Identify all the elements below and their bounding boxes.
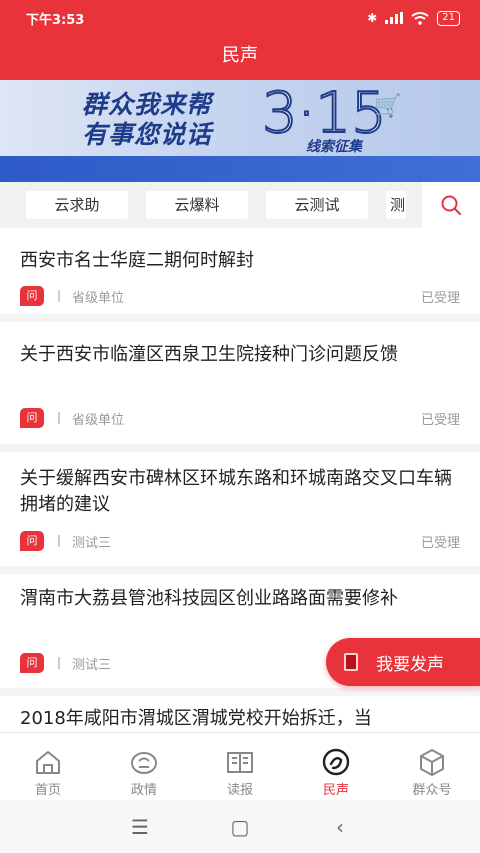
search-button[interactable] xyxy=(422,182,480,228)
home-icon xyxy=(36,751,60,774)
item-title: 西安市名士华庭二期何时解封 xyxy=(20,250,254,271)
banner-line1: 群众我来帮 xyxy=(82,90,213,119)
item-dept: 测试三 xyxy=(72,657,112,673)
banner-slogan: 群众我来帮 有事您说话 xyxy=(82,90,212,150)
page-header: 民声 xyxy=(0,36,480,80)
divider xyxy=(58,412,60,424)
signal-icon xyxy=(385,12,404,24)
divider xyxy=(0,444,480,452)
battery-icon: 21 xyxy=(437,10,460,26)
divider xyxy=(58,535,60,547)
speak-up-label: 我要发声 xyxy=(376,654,444,675)
item-title: 2018年咸阳市渭城区渭城党校开始拆迁，当 xyxy=(20,708,372,729)
list-item[interactable]: 关于缓解西安市碑林区环城东路和环城南路交叉口车辆拥堵的建议 问 测试三 已受理 xyxy=(0,452,480,566)
search-icon xyxy=(441,195,461,215)
mailbox-icon xyxy=(344,653,358,671)
nav-politics[interactable]: 政情 xyxy=(96,733,192,800)
item-dept: 测试三 xyxy=(72,535,112,551)
item-title: 关于西安市临潼区西泉卫生院接种门诊问题反馈 xyxy=(20,344,398,365)
speak-up-button[interactable]: 我要发声 xyxy=(326,638,480,686)
list-item[interactable]: 关于西安市临潼区西泉卫生院接种门诊问题反馈 问 省级单位 已受理 xyxy=(0,322,480,436)
item-title: 关于缓解西安市碑林区环城东路和环城南路交叉口车辆拥堵的建议 xyxy=(20,468,452,515)
item-meta: 问 测试三 已受理 xyxy=(20,530,460,552)
status-badge: 已受理 xyxy=(420,290,460,306)
book-icon xyxy=(227,752,253,773)
item-meta: 问 省级单位 已受理 xyxy=(20,285,460,307)
banner-tag: 线索征集 xyxy=(306,139,362,155)
divider xyxy=(0,566,480,574)
category-tabs: 云求助 云爆料 云测试 测 xyxy=(0,182,480,228)
tab-more[interactable]: 测 xyxy=(386,191,406,219)
divider xyxy=(0,314,480,322)
page-title: 民声 xyxy=(222,45,258,66)
nav-home-label: 首页 xyxy=(34,783,61,798)
system-nav-bar: ☰ ▢ ‹ xyxy=(0,800,480,853)
wifi-icon xyxy=(411,11,429,25)
bottom-nav: 首页 政情 读报 民声 群众号 xyxy=(0,732,480,800)
item-dept: 省级单位 xyxy=(72,290,125,306)
status-badge: 已受理 xyxy=(420,535,460,551)
banner[interactable]: 群众我来帮 有事您说话 3·15 🛒 线索征集 xyxy=(0,80,480,182)
nav-voice-label: 民声 xyxy=(322,783,349,798)
question-badge: 问 xyxy=(20,653,44,673)
tab-test[interactable]: 云测试 xyxy=(266,191,368,219)
nav-voice[interactable]: 民声 xyxy=(288,733,384,800)
tab-help[interactable]: 云求助 xyxy=(26,191,128,219)
back-icon[interactable]: ‹ xyxy=(290,815,390,839)
cart-icon: 🛒 xyxy=(374,94,402,119)
banner-number: 3·15 xyxy=(261,81,388,146)
status-bar: 下午3:53 ✱ 21 xyxy=(0,0,480,36)
nav-accounts[interactable]: 群众号 xyxy=(384,733,480,800)
question-badge: 问 xyxy=(20,408,44,428)
system-icons: ✱ 21 xyxy=(367,10,460,26)
home-square-icon[interactable]: ▢ xyxy=(190,815,290,839)
banner-band xyxy=(0,156,480,182)
politics-icon xyxy=(131,752,157,774)
item-meta: 问 省级单位 已受理 xyxy=(20,407,460,429)
box-icon xyxy=(420,749,444,776)
list-item[interactable]: 2018年咸阳市渭城区渭城党校开始拆迁，当 xyxy=(0,696,480,732)
question-badge: 问 xyxy=(20,286,44,306)
banner-line2: 有事您说话 xyxy=(82,120,213,149)
nav-newspaper-label: 读报 xyxy=(226,783,253,798)
question-badge: 问 xyxy=(20,531,44,551)
nav-politics-label: 政情 xyxy=(130,783,157,798)
status-badge: 已受理 xyxy=(420,412,460,428)
item-dept: 省级单位 xyxy=(72,412,125,428)
bluetooth-icon: ✱ xyxy=(367,11,378,25)
divider xyxy=(0,688,480,696)
voice-icon xyxy=(322,748,350,776)
divider xyxy=(58,657,60,669)
nav-accounts-label: 群众号 xyxy=(412,783,452,798)
divider xyxy=(58,290,60,302)
status-time: 下午3:53 xyxy=(26,12,85,28)
tab-report[interactable]: 云爆料 xyxy=(146,191,248,219)
nav-home[interactable]: 首页 xyxy=(0,733,96,800)
item-title: 渭南市大荔县管池科技园区创业路路面需要修补 xyxy=(20,588,398,609)
menu-icon[interactable]: ☰ xyxy=(90,815,190,839)
nav-newspaper[interactable]: 读报 xyxy=(192,733,288,800)
